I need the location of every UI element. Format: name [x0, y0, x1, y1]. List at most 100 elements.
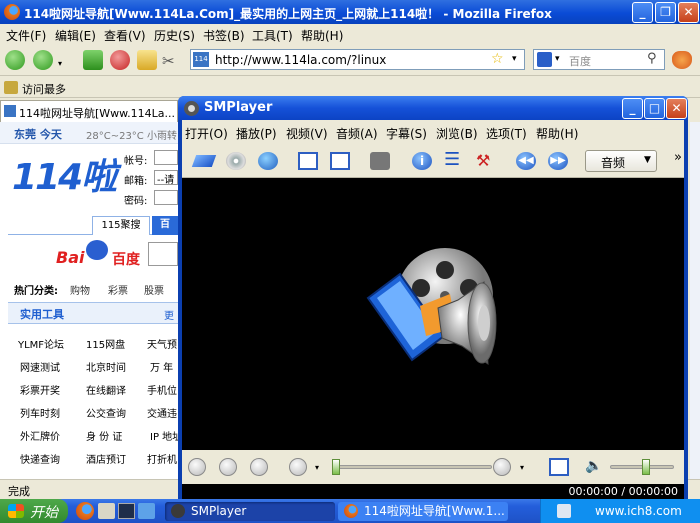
weather-location[interactable]: 东莞 今天	[14, 126, 62, 142]
search-icon[interactable]: ⚲	[647, 51, 657, 66]
network-icon[interactable]	[557, 504, 571, 518]
tools-more-link[interactable]: 更	[164, 307, 174, 322]
tool-link[interactable]: 打折机	[147, 451, 177, 466]
smp-menu-options[interactable]: 选项(T)	[486, 125, 527, 142]
smp-menu-open[interactable]: 打开(O)	[185, 125, 228, 142]
quicklaunch-desktop-icon[interactable]	[118, 503, 135, 519]
tool-link[interactable]: 外汇牌价	[20, 428, 60, 443]
open-file-icon[interactable]	[191, 155, 217, 167]
fullscreen-toggle-icon[interactable]	[549, 458, 569, 476]
task-firefox[interactable]: 114啦网址导航[Www.1...	[338, 502, 508, 521]
bookmark-most-visited[interactable]: 访问最多	[22, 81, 66, 97]
site-logo[interactable]: 114啦	[12, 148, 117, 200]
task-smplayer[interactable]: SMPlayer	[165, 502, 335, 521]
open-dvd-icon[interactable]	[226, 152, 246, 170]
play-icon[interactable]	[188, 458, 206, 476]
minimize-button[interactable]: _	[632, 2, 653, 23]
previous-icon[interactable]: ◀◀	[516, 152, 536, 170]
pause-icon[interactable]	[219, 458, 237, 476]
tool-link[interactable]: 列车时刻	[20, 405, 60, 420]
tool-link[interactable]: 彩票开奖	[20, 382, 60, 397]
stop-icon[interactable]	[250, 458, 268, 476]
forward-icon[interactable]	[493, 458, 511, 476]
smp-menu-browse[interactable]: 浏览(B)	[436, 125, 478, 142]
menu-edit[interactable]: 编辑(E)	[55, 27, 96, 44]
fullscreen-icon[interactable]	[330, 152, 350, 170]
account-input[interactable]	[154, 150, 178, 165]
menu-help[interactable]: 帮助(H)	[301, 27, 343, 44]
tool-link[interactable]: 万 年	[150, 359, 173, 374]
smplayer-maximize-button[interactable]: □	[644, 98, 665, 119]
hot-item-lottery[interactable]: 彩票	[108, 282, 128, 297]
search-box[interactable]: ▾ 百度 ⚲	[533, 49, 665, 70]
menu-file[interactable]: 文件(F)	[6, 27, 46, 44]
seek-bar[interactable]	[332, 465, 492, 469]
quicklaunch-explorer-icon[interactable]	[98, 503, 115, 519]
page-scrollbar[interactable]	[690, 122, 700, 479]
password-input[interactable]	[154, 190, 178, 205]
tool-link[interactable]: 公交查询	[86, 405, 126, 420]
stop-icon[interactable]	[110, 50, 130, 70]
reload-icon[interactable]	[83, 50, 103, 70]
close-button[interactable]: ✕	[678, 2, 699, 23]
maximize-button[interactable]: ❐	[655, 2, 676, 23]
toolbar-overflow-icon[interactable]: »	[674, 150, 682, 165]
forward-menu-icon[interactable]: ▾	[520, 463, 524, 472]
tool-link[interactable]: 天气预	[147, 336, 177, 351]
tool-link[interactable]: 手机位	[147, 382, 177, 397]
hot-item-shopping[interactable]: 购物	[70, 282, 90, 297]
start-button[interactable]: 开始	[0, 499, 68, 523]
baidu-engine-icon[interactable]	[537, 52, 552, 67]
preferences-icon[interactable]: ⚒	[476, 152, 496, 170]
tool-link[interactable]: YLMF论坛	[18, 336, 64, 351]
volume-icon[interactable]: 🔈	[585, 458, 602, 474]
menu-view[interactable]: 查看(V)	[104, 27, 146, 44]
next-icon[interactable]: ▶▶	[548, 152, 568, 170]
tool-link[interactable]: 快递查询	[20, 451, 60, 466]
forward-icon[interactable]	[33, 50, 53, 70]
url-bar[interactable]: 114 http://www.114la.com/?linux ☆ ▾	[190, 49, 525, 70]
smp-menu-help[interactable]: 帮助(H)	[536, 125, 578, 142]
tool-link[interactable]: 115网盘	[86, 336, 125, 351]
playlist-icon[interactable]: ☰	[444, 151, 464, 170]
info-icon[interactable]: i	[412, 152, 432, 170]
smplayer-close-button[interactable]: ✕	[666, 98, 687, 119]
back-icon[interactable]	[5, 50, 25, 70]
smp-menu-video[interactable]: 视频(V)	[286, 125, 328, 142]
menu-bookmarks[interactable]: 书签(B)	[203, 27, 245, 44]
quicklaunch-firefox-icon[interactable]	[76, 502, 94, 520]
tool-link[interactable]: 交通违	[147, 405, 177, 420]
home-icon[interactable]	[137, 50, 157, 70]
video-area[interactable]	[182, 178, 684, 450]
engine-dropdown-icon[interactable]: ▾	[555, 54, 560, 64]
url-dropdown-icon[interactable]: ▾	[512, 54, 517, 64]
smp-menu-audio[interactable]: 音频(A)	[336, 125, 378, 142]
search-tab-115[interactable]: 115聚搜	[92, 216, 150, 235]
volume-handle[interactable]	[642, 459, 650, 475]
chevron-down-icon[interactable]: ▾	[58, 59, 62, 68]
search-input[interactable]: 百度	[569, 53, 591, 69]
baidu-search-input[interactable]	[148, 242, 178, 266]
screenshot-icon[interactable]	[370, 152, 390, 170]
menu-tools[interactable]: 工具(T)	[252, 27, 293, 44]
tool-link[interactable]: 酒店预订	[86, 451, 126, 466]
quicklaunch-ie-icon[interactable]	[138, 503, 155, 519]
browser-tab[interactable]: 114啦网址导航[Www.114La...	[0, 100, 178, 122]
hot-item-stocks[interactable]: 股票	[144, 282, 164, 297]
seek-handle[interactable]	[332, 459, 340, 475]
tool-link[interactable]: 在线翻译	[86, 382, 126, 397]
star-icon[interactable]: ☆	[491, 51, 504, 67]
tool-link[interactable]: 网速测试	[20, 359, 60, 374]
menu-history[interactable]: 历史(S)	[154, 27, 195, 44]
compact-mode-icon[interactable]	[298, 152, 318, 170]
tool-link[interactable]: IP 地址	[150, 428, 178, 443]
smp-menu-play[interactable]: 播放(P)	[236, 125, 277, 142]
rewind-menu-icon[interactable]: ▾	[315, 463, 319, 472]
search-tab-baidu[interactable]: 百	[152, 216, 178, 235]
fox-addon-icon[interactable]	[672, 51, 692, 69]
tool-link[interactable]: 北京时间	[86, 359, 126, 374]
smp-menu-subtitles[interactable]: 字幕(S)	[386, 125, 427, 142]
tool-link[interactable]: 身 份 证	[86, 428, 122, 443]
email-select[interactable]: --请	[154, 170, 178, 186]
open-url-icon[interactable]	[258, 152, 278, 170]
